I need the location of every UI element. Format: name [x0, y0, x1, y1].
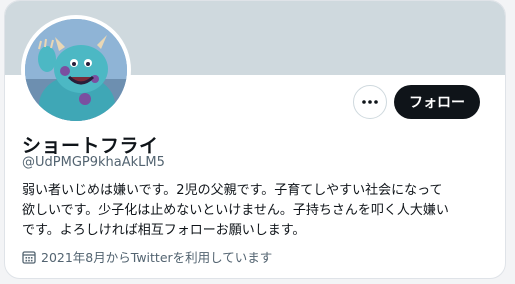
- profile-card: フォロー ショートフライ @UdPMGP9khaAkLM5 弱い者いじめは嫌いで…: [4, 0, 506, 279]
- join-date: 2021年8月からTwitterを利用しています: [22, 247, 272, 266]
- more-horizontal-icon: [362, 100, 378, 104]
- avatar[interactable]: [21, 15, 131, 125]
- profile-bio: 弱い者いじめは嫌いです。2児の父親です。子育てしやすい社会になって 欲しいです。…: [22, 181, 492, 241]
- display-name: ショートフライ: [22, 135, 159, 157]
- follow-button[interactable]: フォロー: [394, 85, 480, 119]
- bio-line: です。よろしければ相互フォローお願いします。: [22, 223, 306, 238]
- join-date-text: 2021年8月からTwitterを利用しています: [41, 250, 273, 265]
- bio-line: 欲しいです。少子化は止めないといけません。子持ちさんを叩く人大嫌い: [22, 203, 449, 218]
- avatar-image: [25, 19, 127, 121]
- calendar-icon: [22, 250, 36, 264]
- bio-line: 弱い者いじめは嫌いです。2児の父親です。子育てしやすい社会になって: [22, 183, 443, 198]
- more-options-button[interactable]: [353, 85, 387, 119]
- user-handle: @UdPMGP9khaAkLM5: [22, 155, 165, 170]
